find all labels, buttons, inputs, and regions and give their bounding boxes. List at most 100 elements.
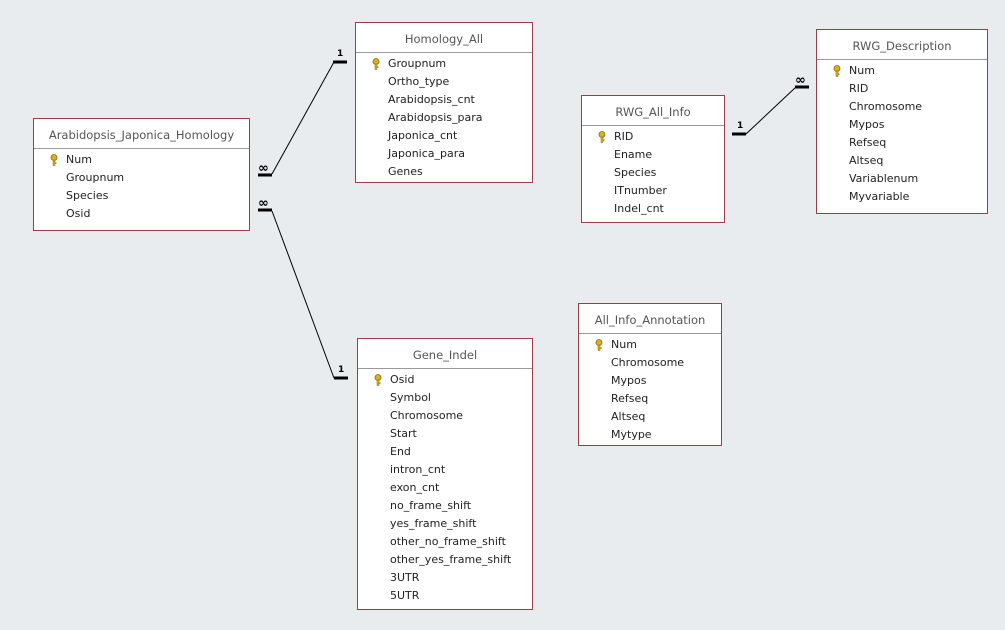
field-name: Mypos — [849, 118, 885, 131]
field-name: RID — [614, 130, 634, 143]
field-row[interactable]: ITnumber — [582, 182, 724, 200]
field-row[interactable]: Genes — [356, 163, 532, 181]
field-name: Arabidopsis_para — [388, 111, 483, 124]
table-homology-all[interactable]: Homology_All Groupnum Ortho_type Arabidopsi… — [355, 22, 533, 183]
field-name: Groupnum — [66, 171, 125, 184]
field-name: Refseq — [849, 136, 887, 149]
field-row[interactable]: RID — [817, 80, 987, 98]
table-title[interactable]: Gene_Indel — [358, 339, 532, 369]
field-row[interactable]: Japonica_cnt — [356, 127, 532, 145]
field-name: Groupnum — [388, 57, 447, 70]
field-row[interactable]: Num — [817, 62, 987, 80]
field-row[interactable]: Arabidopsis_cnt — [356, 91, 532, 109]
field-name: ITnumber — [614, 184, 667, 197]
field-row[interactable]: Symbol — [358, 389, 532, 407]
field-name: Variablenum — [849, 172, 919, 185]
field-row[interactable]: yes_frame_shift — [358, 515, 532, 533]
primary-key-icon — [372, 58, 380, 70]
field-row[interactable]: Variablenum — [817, 170, 987, 188]
field-name: Chromosome — [611, 356, 685, 369]
field-name: End — [390, 445, 411, 458]
cardinality-many: ∞ — [795, 73, 806, 88]
field-row[interactable]: Osid — [34, 205, 249, 223]
field-name: other_no_frame_shift — [390, 535, 506, 548]
field-row[interactable]: Mytype — [579, 426, 721, 444]
field-name: Num — [611, 338, 637, 351]
field-name: 3UTR — [390, 571, 420, 584]
field-row[interactable]: Chromosome — [817, 98, 987, 116]
table-rwg-all-info[interactable]: RWG_All_Info RID Ename Species ITnumber Indel… — [581, 95, 725, 223]
field-row[interactable]: Chromosome — [358, 407, 532, 425]
field-name: Chromosome — [849, 100, 923, 113]
field-row[interactable]: Mypos — [817, 116, 987, 134]
table-title[interactable]: All_Info_Annotation — [579, 304, 721, 334]
field-row[interactable]: Japonica_para — [356, 145, 532, 163]
relationship-line-rid[interactable] — [745, 86, 797, 135]
cardinality-one: 1 — [737, 121, 744, 131]
field-row[interactable]: RID — [582, 128, 724, 146]
field-row[interactable]: 5UTR — [358, 587, 532, 605]
field-list: Num RID Chromosome Mypos Refseq Altseq Variabl… — [817, 60, 987, 206]
field-name: Indel_cnt — [614, 202, 664, 215]
field-name: Chromosome — [390, 409, 464, 422]
primary-key-icon — [374, 374, 382, 386]
field-row[interactable]: Groupnum — [34, 169, 249, 187]
relationship-line-groupnum[interactable] — [271, 61, 335, 175]
field-row[interactable]: other_no_frame_shift — [358, 533, 532, 551]
field-row[interactable]: 3UTR — [358, 569, 532, 587]
field-name: Japonica_para — [388, 147, 465, 160]
field-row[interactable]: Groupnum — [356, 55, 532, 73]
field-row[interactable]: Indel_cnt — [582, 200, 724, 218]
field-row[interactable]: Ortho_type — [356, 73, 532, 91]
field-row[interactable]: Myvariable — [817, 188, 987, 206]
primary-key-icon — [598, 131, 606, 143]
field-row[interactable]: Species — [34, 187, 249, 205]
field-row[interactable]: Start — [358, 425, 532, 443]
field-row[interactable]: Num — [34, 151, 249, 169]
field-name: Mytype — [611, 428, 652, 441]
field-row[interactable]: other_yes_frame_shift — [358, 551, 532, 569]
field-row[interactable]: Num — [579, 336, 721, 354]
field-row[interactable]: no_frame_shift — [358, 497, 532, 515]
field-name: Arabidopsis_cnt — [388, 93, 475, 106]
cardinality-many: ∞ — [258, 196, 269, 211]
table-arabidopsis-japonica-homology[interactable]: Arabidopsis_Japonica_Homology Num Groupnum… — [33, 118, 250, 231]
field-name: Refseq — [611, 392, 649, 405]
field-name: Altseq — [849, 154, 884, 167]
field-name: Ename — [614, 148, 653, 161]
table-title[interactable]: Arabidopsis_Japonica_Homology — [34, 119, 249, 149]
field-row[interactable]: Ename — [582, 146, 724, 164]
table-gene-indel[interactable]: Gene_Indel Osid Symbol Chromosome Start End in… — [357, 338, 533, 610]
table-all-info-annotation[interactable]: All_Info_Annotation Num Chromosome Mypos Ref… — [578, 303, 722, 446]
field-name: Num — [66, 153, 92, 166]
table-title[interactable]: RWG_All_Info — [582, 96, 724, 126]
table-rwg-description[interactable]: RWG_Description Num RID Chromosome Mypos Refs… — [816, 29, 988, 214]
primary-key-icon — [50, 154, 58, 166]
field-list: Num Groupnum Species Osid — [34, 149, 249, 223]
field-list: Groupnum Ortho_type Arabidopsis_cnt Arabido… — [356, 53, 532, 181]
field-name: Myvariable — [849, 190, 910, 203]
field-row[interactable]: Osid — [358, 371, 532, 389]
field-row[interactable]: Arabidopsis_para — [356, 109, 532, 127]
field-name: other_yes_frame_shift — [390, 553, 512, 566]
field-name: intron_cnt — [390, 463, 446, 476]
field-name: yes_frame_shift — [390, 517, 477, 530]
field-row[interactable]: intron_cnt — [358, 461, 532, 479]
field-row[interactable]: Altseq — [817, 152, 987, 170]
field-row[interactable]: Mypos — [579, 372, 721, 390]
table-title[interactable]: RWG_Description — [817, 30, 987, 60]
field-row[interactable]: End — [358, 443, 532, 461]
field-list: Num Chromosome Mypos Refseq Altseq Mytype — [579, 334, 721, 444]
field-name: Num — [849, 64, 875, 77]
field-row[interactable]: Chromosome — [579, 354, 721, 372]
field-row[interactable]: exon_cnt — [358, 479, 532, 497]
field-row[interactable]: Refseq — [579, 390, 721, 408]
field-row[interactable]: Altseq — [579, 408, 721, 426]
field-row[interactable]: Species — [582, 164, 724, 182]
field-list: Osid Symbol Chromosome Start End intron_cntex… — [358, 369, 532, 605]
field-row[interactable]: Refseq — [817, 134, 987, 152]
field-name: Altseq — [611, 410, 646, 423]
table-title[interactable]: Homology_All — [356, 23, 532, 53]
field-name: Mypos — [611, 374, 647, 387]
relationship-line-osid[interactable] — [271, 210, 335, 379]
